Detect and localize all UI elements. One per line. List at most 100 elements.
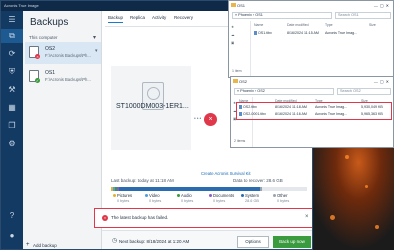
next-backup-text: Next backup: 8/18/2024 at 1:20 AM [119, 239, 190, 244]
settings-icon[interactable]: ⚙ [7, 139, 17, 149]
folder-icon [233, 79, 238, 83]
legend-item-audio: Audio [177, 193, 192, 198]
legend-dot [145, 194, 148, 197]
dashboard-icon[interactable]: ▦ [7, 103, 17, 113]
legend-dot [113, 194, 116, 197]
panel-title: Backups [30, 17, 69, 28]
menu-icon[interactable]: ☰ [7, 15, 17, 25]
backup-path: F:\Acronis Backups\Ph... [45, 77, 91, 82]
back-up-now-button[interactable]: Back up now [273, 236, 311, 248]
legend-dot [273, 194, 276, 197]
explorer-title-text: OS2 [239, 79, 248, 84]
account-icon[interactable]: ● [7, 231, 17, 241]
column-header[interactable]: Type [325, 23, 333, 27]
tab-backup[interactable]: Backup [108, 15, 124, 23]
usage-segment-other [259, 187, 262, 191]
wallpaper-spark [365, 185, 368, 188]
window-controls[interactable]: —▢✕ [374, 77, 391, 86]
file-row[interactable]: OS2-0001.tibx [239, 112, 266, 116]
shield-icon[interactable]: ⛨ [7, 67, 17, 77]
explorer-title-text: OS1 [237, 3, 246, 8]
section-label: This computer [29, 35, 58, 40]
column-header[interactable]: Size [369, 23, 376, 27]
legend-item-video: Video [145, 193, 160, 198]
column-header[interactable]: Name [254, 23, 263, 27]
legend-label: Audio [181, 193, 192, 198]
tab-recovery[interactable]: Recovery [174, 15, 193, 20]
wallpaper-spark [330, 215, 335, 220]
file-type: Acronis True Imag... [315, 105, 348, 109]
create-survival-kit-link[interactable]: Create Acronis Survival Kit [201, 171, 251, 176]
file-icon [239, 112, 242, 116]
close-icon[interactable]: × [305, 214, 309, 220]
legend-size: 0 bytes [213, 199, 226, 203]
file-name: OS2.tibx [243, 105, 257, 109]
legend-size: 0 bytes [149, 199, 162, 203]
tab-replica[interactable]: Replica [130, 15, 145, 20]
status-bar: 1 item [232, 69, 242, 73]
add-icon[interactable]: + [26, 242, 30, 248]
options-button[interactable]: Options [237, 236, 269, 248]
status-bar: 2 items [234, 139, 246, 143]
usage-segment-system [118, 187, 260, 191]
address-bar[interactable]: « Phoenix › OS2 [234, 88, 334, 95]
alert-text: The latest backup has failed. [111, 215, 169, 220]
collapse-icon[interactable]: ▾ [93, 34, 96, 41]
backups-panel: Backups This computer ▾ × OS2 F:\Acronis… [23, 11, 102, 249]
legend-item-documents: Documents [209, 193, 234, 198]
legend-item-system: System [241, 193, 259, 198]
search-input[interactable]: Search OS2 [337, 88, 391, 95]
explorer-title: OS1 —▢✕ [229, 1, 393, 10]
legend-size: 28.6 GB [245, 199, 259, 203]
wallpaper-spark [375, 225, 379, 229]
address-bar[interactable]: « Phoenix › OS1 [232, 12, 332, 19]
backup-name: OS2 [45, 46, 56, 52]
wallpaper-spark [345, 155, 349, 159]
nav-icon[interactable]: ★ [231, 25, 234, 29]
column-header[interactable]: Date modified [287, 23, 309, 27]
legend-label: Other [277, 193, 288, 198]
legend-label: Video [149, 193, 160, 198]
usage-bar [111, 187, 307, 191]
backup-path: F:\Acronis Backups\Ph... [45, 53, 91, 58]
error-status-icon: × [204, 113, 217, 126]
explorer-title: OS2 —▢✕ [231, 77, 393, 86]
explorer-window-os2: OS2 —▢✕ « Phoenix › OS2 Search OS2 ★ ☁ ▣… [230, 76, 394, 148]
nav-rail: ☰ ⧉ ⟳ ⛨ ⚒ ▦ ❐ ⚙ ? ● [1, 11, 23, 249]
data-to-recover: Data to recover: 28.6 GB [233, 178, 283, 183]
success-badge-icon: ✓ [35, 78, 40, 83]
legend-size: 0 bytes [181, 199, 194, 203]
legend-item-pictures: Pictures [113, 193, 132, 198]
backup-item-os1[interactable]: ✓ OS1 F:\Acronis Backups\Ph... [25, 66, 101, 88]
file-date: 8/16/2024 11:15 AM [287, 31, 319, 35]
explorer-window-os1: OS1 —▢✕ « Phoenix › OS1 Search OS1 ★ ☁ ▣… [228, 0, 394, 78]
legend-label: Documents [213, 193, 235, 198]
add-backup-link[interactable]: Add backup [33, 243, 57, 248]
chevron-down-icon[interactable]: ▾ [95, 48, 98, 54]
tab-activity[interactable]: Activity [152, 15, 166, 20]
help-icon[interactable]: ? [7, 211, 17, 221]
clock-icon: ◷ [112, 238, 118, 244]
file-row[interactable]: OS1.tibx [254, 31, 272, 35]
error-icon: × [102, 215, 108, 221]
legend-item-other: Other [273, 193, 287, 198]
tools-icon[interactable]: ⚒ [7, 85, 17, 95]
legend-label: Pictures [117, 193, 133, 198]
search-input[interactable]: Search OS1 [335, 12, 391, 19]
file-name: OS1.tibx [258, 31, 272, 35]
legend-dot [209, 194, 212, 197]
sync-icon[interactable]: ⟳ [7, 49, 17, 59]
legend-dot [177, 194, 180, 197]
file-icon [239, 105, 242, 109]
nav-icon[interactable]: ☁ [231, 33, 235, 37]
window-controls[interactable]: —▢✕ [374, 1, 391, 10]
clone-icon[interactable]: ❐ [7, 121, 17, 131]
backup-nav-icon[interactable]: ⧉ [1, 29, 23, 43]
legend-size: 0 bytes [277, 199, 290, 203]
file-type: Acronis True Imag... [315, 112, 348, 116]
footer-bar: ◷ Next backup: 8/18/2024 at 1:20 AM Opti… [102, 230, 312, 249]
nav-icon[interactable]: ▣ [231, 41, 234, 45]
backup-item-os2[interactable]: × OS2 F:\Acronis Backups\Ph... ▾ [25, 42, 101, 64]
file-row[interactable]: OS2.tibx [239, 105, 257, 109]
legend-size: 0 bytes [117, 199, 130, 203]
